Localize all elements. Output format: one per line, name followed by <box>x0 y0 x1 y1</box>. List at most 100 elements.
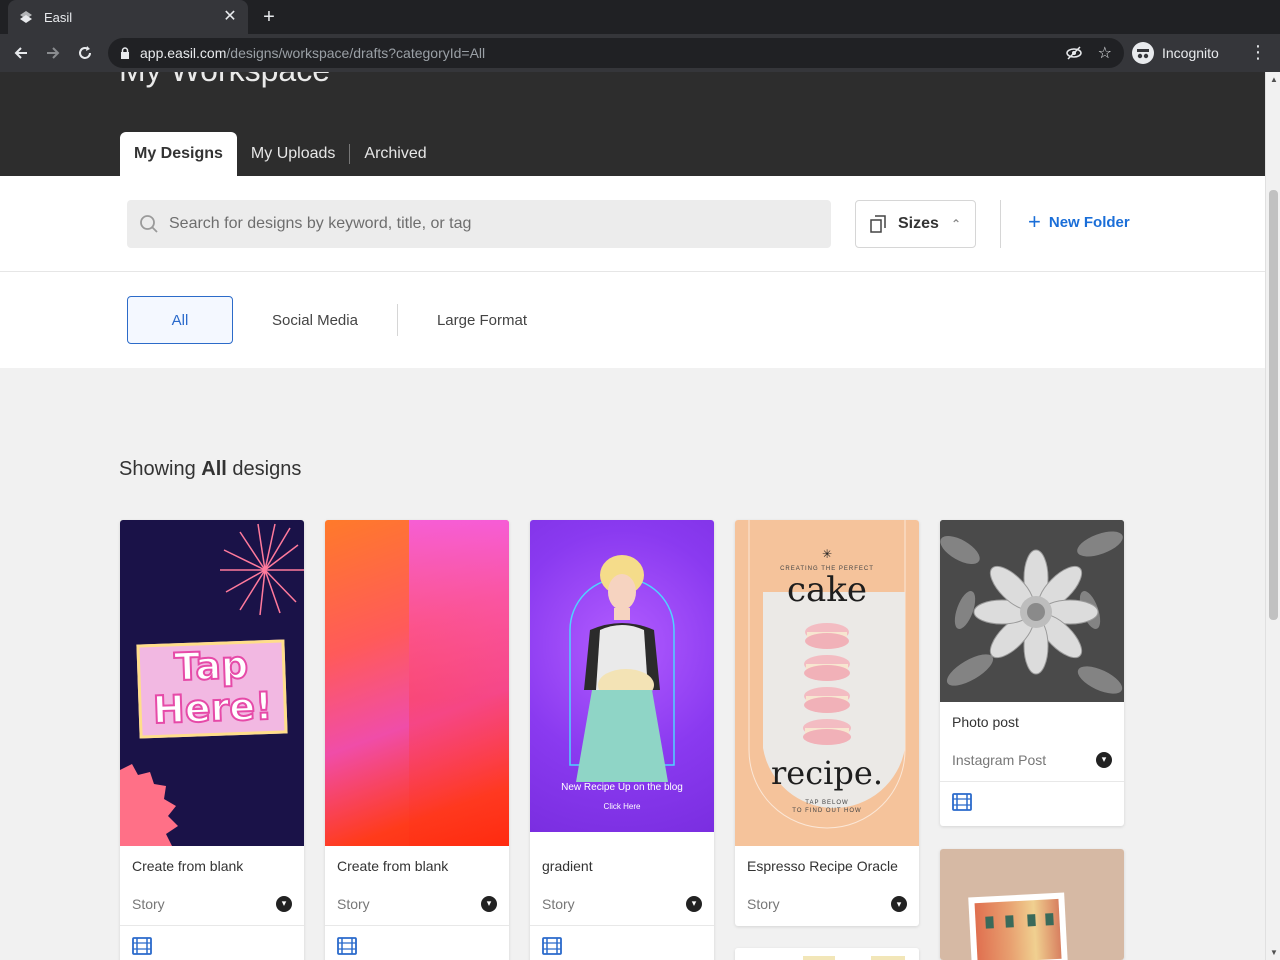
browser-tab[interactable]: Easil ✕ <box>8 0 248 34</box>
bookmark-star-icon[interactable]: ☆ <box>1098 43 1112 63</box>
tab-my-designs[interactable]: My Designs <box>120 132 237 176</box>
window-shape <box>1005 915 1014 928</box>
chevron-down-icon[interactable]: ▾ <box>276 895 292 912</box>
design-card[interactable]: ✳ CREATING THE PERFECT cake recipe. TAP … <box>735 520 919 926</box>
incognito-indicator[interactable]: Incognito <box>1132 39 1219 67</box>
reload-icon[interactable] <box>72 40 98 66</box>
building-photo <box>974 898 1062 960</box>
design-thumbnail[interactable] <box>940 520 1124 702</box>
chevron-down-icon[interactable]: ▾ <box>891 896 907 912</box>
thumbnail-shape <box>871 956 905 960</box>
new-tab-icon[interactable]: + <box>258 7 280 29</box>
search-input[interactable]: Search for designs by keyword, title, or… <box>127 200 831 248</box>
window-shape <box>1027 914 1036 927</box>
design-name[interactable]: Photo post <box>940 702 1124 738</box>
toolbar-divider <box>1000 200 1001 248</box>
flower-photo <box>940 520 1124 702</box>
chevron-down-icon[interactable]: ▾ <box>1096 751 1112 768</box>
design-card[interactable] <box>940 849 1124 960</box>
tap-here-badge: Tap Here! <box>136 639 288 739</box>
page-title: My Workspace <box>119 72 330 89</box>
eye-off-icon[interactable] <box>1066 45 1082 64</box>
showing-category: All <box>201 458 227 480</box>
search-row: Search for designs by keyword, title, or… <box>0 176 1265 272</box>
category-filter: All Social Media Large Format <box>0 272 1265 368</box>
url-path: /designs/workspace/drafts?categoryId=All <box>226 45 486 61</box>
chevron-down-icon[interactable]: ▾ <box>481 895 497 912</box>
window-shape <box>985 916 994 929</box>
scroll-up-icon[interactable]: ▲ <box>1270 75 1278 84</box>
back-icon[interactable] <box>8 40 34 66</box>
design-type-row: Story ▾ <box>735 882 919 926</box>
showing-suffix: designs <box>232 458 302 480</box>
card-footer <box>120 926 304 960</box>
close-tab-icon[interactable]: ✕ <box>222 9 238 25</box>
scroll-down-icon[interactable]: ▼ <box>1270 948 1278 957</box>
design-thumbnail[interactable]: New Recipe Up on the blog Click Here <box>530 520 714 846</box>
workspace-tabs: My Designs My Uploads Archived <box>120 132 441 176</box>
browser-menu-icon[interactable]: ⋮ <box>1248 42 1268 64</box>
easil-logo-icon <box>18 9 34 25</box>
design-card[interactable]: Photo post Instagram Post ▾ <box>940 520 1124 826</box>
address-bar[interactable]: app.easil.com/designs/workspace/drafts?c… <box>108 38 1124 68</box>
design-type-row: Instagram Post ▾ <box>940 738 1124 782</box>
design-type-row: Story ▾ <box>325 882 509 926</box>
page: My Workspace My Designs My Uploads Archi… <box>0 72 1265 960</box>
sizes-dropdown[interactable]: Sizes ⌃ <box>855 200 976 248</box>
design-thumbnail[interactable]: ✳ CREATING THE PERFECT cake recipe. TAP … <box>735 520 919 846</box>
category-large-format[interactable]: Large Format <box>422 296 542 344</box>
forward-icon[interactable] <box>40 40 66 66</box>
browser-toolbar: app.easil.com/designs/workspace/drafts?c… <box>0 34 1280 72</box>
tab-archived[interactable]: Archived <box>350 132 440 176</box>
window-shape <box>1045 913 1054 926</box>
incognito-icon <box>1132 42 1154 64</box>
search-placeholder: Search for designs by keyword, title, or… <box>169 215 472 232</box>
design-type: Instagram Post <box>952 751 1047 768</box>
design-card[interactable] <box>735 948 919 960</box>
design-thumbnail[interactable] <box>735 948 919 960</box>
design-name[interactable]: Create from blank <box>120 846 304 882</box>
design-thumbnail[interactable]: Tap Here! <box>120 520 304 846</box>
category-all[interactable]: All <box>127 296 233 344</box>
search-icon <box>139 214 159 234</box>
scrollbar-thumb[interactable] <box>1269 190 1278 620</box>
film-icon[interactable] <box>952 792 972 816</box>
design-thumbnail[interactable] <box>325 520 509 846</box>
incognito-label: Incognito <box>1162 45 1219 61</box>
design-type: Story <box>747 896 780 912</box>
artwork-cta: Click Here <box>603 802 641 811</box>
design-name[interactable]: Create from blank <box>325 846 509 882</box>
svg-text:✳: ✳ <box>822 547 832 561</box>
artwork-caption: New Recipe Up on the blog <box>561 782 683 793</box>
browser-tabstrip: Easil ✕ + <box>0 0 1280 34</box>
card-footer <box>530 926 714 960</box>
page-scrollbar[interactable]: ▲ ▼ <box>1265 72 1280 960</box>
card-footer <box>325 926 509 960</box>
new-folder-button[interactable]: + New Folder <box>1028 211 1130 233</box>
chevron-up-icon: ⌃ <box>950 217 961 231</box>
tab-my-uploads[interactable]: My Uploads <box>237 132 349 176</box>
chevron-down-icon[interactable]: ▾ <box>686 895 702 912</box>
design-thumbnail[interactable] <box>940 849 1124 960</box>
showing-prefix: Showing <box>119 458 196 480</box>
artwork-bottom-text-1: TAP BELOW <box>805 800 849 806</box>
film-icon[interactable] <box>132 936 152 960</box>
design-name[interactable]: gradient <box>530 846 714 882</box>
category-social-media[interactable]: Social Media <box>258 296 372 344</box>
film-icon[interactable] <box>542 936 562 960</box>
design-name[interactable]: Espresso Recipe Oracle <box>735 846 919 882</box>
design-type: Story <box>542 895 575 912</box>
design-card[interactable]: Tap Here! Create from blank Story ▾ <box>120 520 304 960</box>
card-footer <box>940 782 1124 826</box>
new-folder-label: New Folder <box>1048 213 1130 231</box>
sizes-label: Sizes <box>898 215 939 232</box>
showing-heading: Showing All designs <box>119 458 301 481</box>
design-card[interactable]: New Recipe Up on the blog Click Here gra… <box>530 520 714 960</box>
design-type: Story <box>132 895 165 912</box>
tap-here-text-1: Tap <box>173 642 250 691</box>
film-icon[interactable] <box>337 936 357 960</box>
lock-icon <box>120 47 130 59</box>
design-type: Story <box>337 895 370 912</box>
design-card[interactable]: Create from blank Story ▾ <box>325 520 509 960</box>
category-divider <box>397 304 398 336</box>
